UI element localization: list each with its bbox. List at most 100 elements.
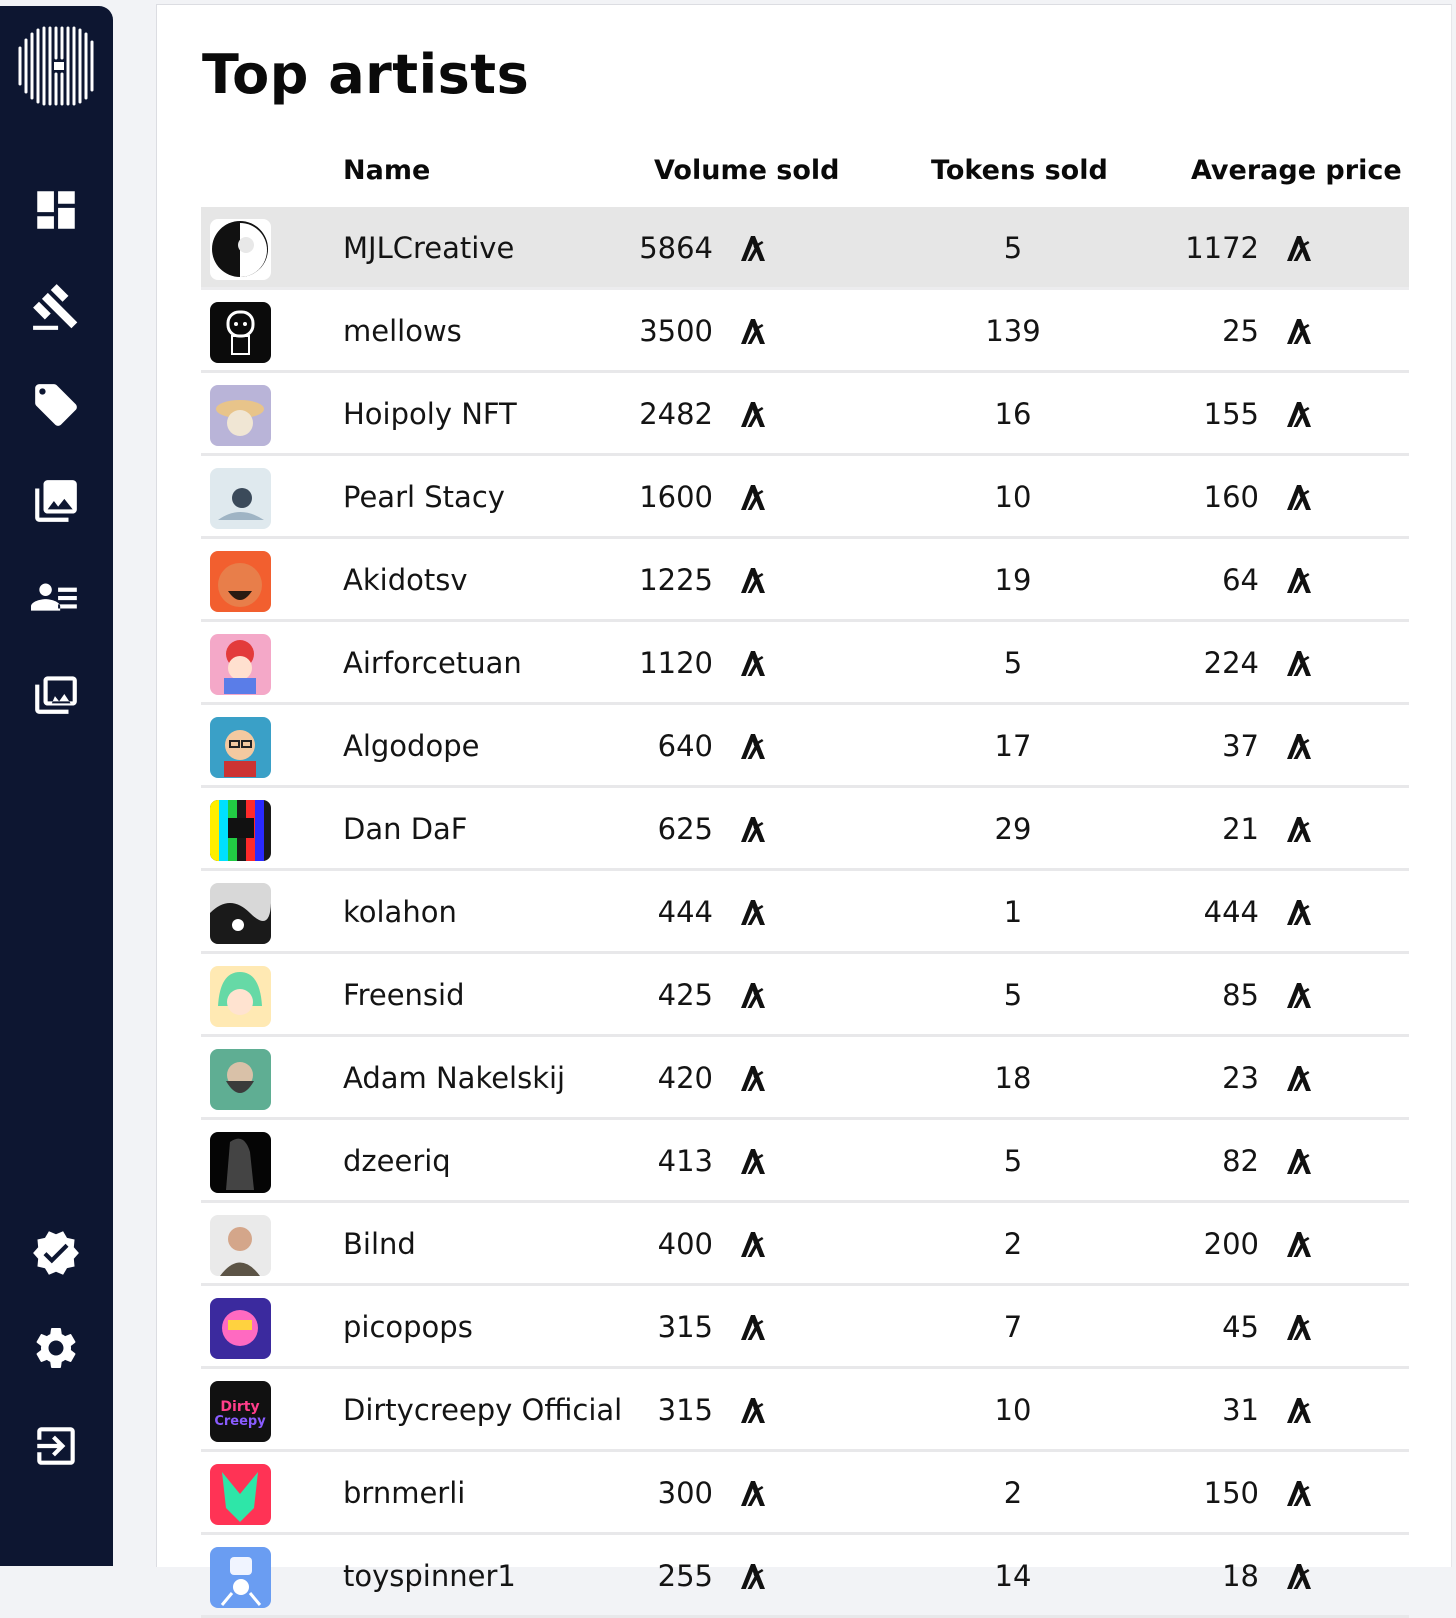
volume-sold-value: 425 [657, 978, 713, 1012]
table-row[interactable]: Dan DaF 625 29 21 [201, 788, 1409, 871]
table-row[interactable]: MJLCreative 5864 5 1172 [201, 207, 1409, 290]
algorand-icon [1285, 898, 1313, 926]
table-row[interactable]: Adam Nakelskij 420 18 23 [201, 1037, 1409, 1120]
table-row[interactable]: Pearl Stacy 1600 10 160 [201, 456, 1409, 539]
artist-name[interactable]: toyspinner1 [343, 1559, 516, 1593]
algorand-icon [739, 1562, 767, 1590]
artists-table: MJLCreative 5864 5 1172 mellows 3500 139 25 Hoip… [201, 207, 1409, 1618]
table-row[interactable]: Airforcetuan 1120 5 224 [201, 622, 1409, 705]
artist-name[interactable]: picopops [343, 1310, 473, 1344]
avatar[interactable] [210, 1464, 271, 1525]
volume-sold-value: 315 [657, 1393, 713, 1427]
tokens-sold-value: 7 [1003, 1310, 1023, 1344]
tokens-sold-value: 139 [985, 314, 1041, 348]
avatar[interactable] [210, 385, 271, 446]
artist-name[interactable]: dzeeriq [343, 1144, 451, 1178]
avatar[interactable] [210, 883, 271, 944]
avatar[interactable] [210, 1215, 271, 1276]
volume-sold-value: 255 [657, 1559, 713, 1593]
table-row[interactable]: toyspinner1 255 14 18 [201, 1535, 1409, 1618]
average-price-value: 64 [1222, 563, 1259, 597]
artist-name[interactable]: Airforcetuan [343, 646, 522, 680]
column-header-volume-sold[interactable]: Volume sold [654, 155, 840, 186]
tag-icon[interactable] [29, 378, 83, 432]
avatar[interactable] [210, 219, 271, 280]
table-row[interactable]: brnmerli 300 2 150 [201, 1452, 1409, 1535]
tokens-sold-value: 2 [1003, 1476, 1023, 1510]
avatar[interactable] [210, 634, 271, 695]
artist-name[interactable]: Pearl Stacy [343, 480, 505, 514]
algorand-icon [739, 898, 767, 926]
artist-name[interactable]: Algodope [343, 729, 479, 763]
gavel-icon[interactable] [29, 280, 83, 334]
algorand-icon [739, 1147, 767, 1175]
verified-badge-icon[interactable] [29, 1226, 83, 1280]
artist-name[interactable]: MJLCreative [343, 231, 514, 265]
algorand-icon [739, 566, 767, 594]
algorand-icon [739, 1230, 767, 1258]
avatar[interactable] [210, 1298, 271, 1359]
svg-text:Creepy: Creepy [214, 1414, 266, 1429]
artist-name[interactable]: Dirtycreepy Official [343, 1393, 622, 1427]
column-header-tokens-sold[interactable]: Tokens sold [931, 155, 1108, 186]
volume-sold-value: 625 [657, 812, 713, 846]
table-row[interactable]: Algodope 640 17 37 [201, 705, 1409, 788]
tokens-sold-value: 16 [994, 397, 1032, 431]
tokens-sold-value: 10 [994, 480, 1032, 514]
artist-name[interactable]: Akidotsv [343, 563, 467, 597]
avatar[interactable] [210, 800, 271, 861]
algorand-icon [739, 1313, 767, 1341]
average-price-value: 23 [1222, 1061, 1259, 1095]
avatar[interactable] [210, 468, 271, 529]
table-row[interactable]: Bilnd 400 2 200 [201, 1203, 1409, 1286]
collections-icon[interactable] [29, 666, 83, 720]
artist-name[interactable]: Dan DaF [343, 812, 467, 846]
avatar[interactable] [210, 966, 271, 1027]
table-row[interactable]: Hoipoly NFT 2482 16 155 [201, 373, 1409, 456]
column-header-average-price[interactable]: Average price [1191, 155, 1402, 186]
settings-gear-icon[interactable] [29, 1321, 83, 1375]
table-row[interactable]: picopops 315 7 45 [201, 1286, 1409, 1369]
svg-text:Dirty: Dirty [220, 1399, 259, 1415]
average-price-value: 45 [1222, 1310, 1259, 1344]
gallery-icon[interactable] [29, 474, 83, 528]
avatar[interactable] [210, 551, 271, 612]
tokens-sold-value: 29 [994, 812, 1032, 846]
dashboard-icon[interactable] [29, 183, 83, 237]
table-row[interactable]: Dirty Creepy Dirtycreepy Official 315 10 31 [201, 1369, 1409, 1452]
tokens-sold-value: 19 [994, 563, 1032, 597]
artist-name[interactable]: mellows [343, 314, 462, 348]
artist-name[interactable]: Freensid [343, 978, 465, 1012]
artists-list-icon[interactable] [29, 569, 83, 623]
tokens-sold-value: 18 [994, 1061, 1032, 1095]
tokens-sold-value: 2 [1003, 1227, 1023, 1261]
artist-name[interactable]: Hoipoly NFT [343, 397, 517, 431]
logout-icon[interactable] [29, 1419, 83, 1473]
avatar[interactable]: Dirty Creepy [210, 1381, 271, 1442]
logo-icon[interactable] [14, 24, 100, 110]
artist-name[interactable]: brnmerli [343, 1476, 465, 1510]
tokens-sold-value: 5 [1003, 646, 1023, 680]
artist-name[interactable]: Adam Nakelskij [343, 1061, 565, 1095]
average-price-value: 150 [1203, 1476, 1259, 1510]
table-row[interactable]: Freensid 425 5 85 [201, 954, 1409, 1037]
average-price-value: 85 [1222, 978, 1259, 1012]
artist-name[interactable]: Bilnd [343, 1227, 416, 1261]
avatar[interactable] [210, 1049, 271, 1110]
table-row[interactable]: dzeeriq 413 5 82 [201, 1120, 1409, 1203]
avatar[interactable] [210, 302, 271, 363]
table-row[interactable]: kolahon 444 1 444 [201, 871, 1409, 954]
avatar[interactable] [210, 1547, 271, 1608]
table-row[interactable]: Akidotsv 1225 19 64 [201, 539, 1409, 622]
column-header-name[interactable]: Name [343, 155, 430, 186]
algorand-icon [1285, 732, 1313, 760]
average-price-value: 155 [1203, 397, 1259, 431]
artist-name[interactable]: kolahon [343, 895, 457, 929]
algorand-icon [1285, 649, 1313, 677]
algorand-icon [1285, 1562, 1313, 1590]
avatar[interactable] [210, 1132, 271, 1193]
avatar[interactable] [210, 717, 271, 778]
algorand-icon [739, 234, 767, 262]
table-row[interactable]: mellows 3500 139 25 [201, 290, 1409, 373]
tokens-sold-value: 14 [994, 1559, 1032, 1593]
